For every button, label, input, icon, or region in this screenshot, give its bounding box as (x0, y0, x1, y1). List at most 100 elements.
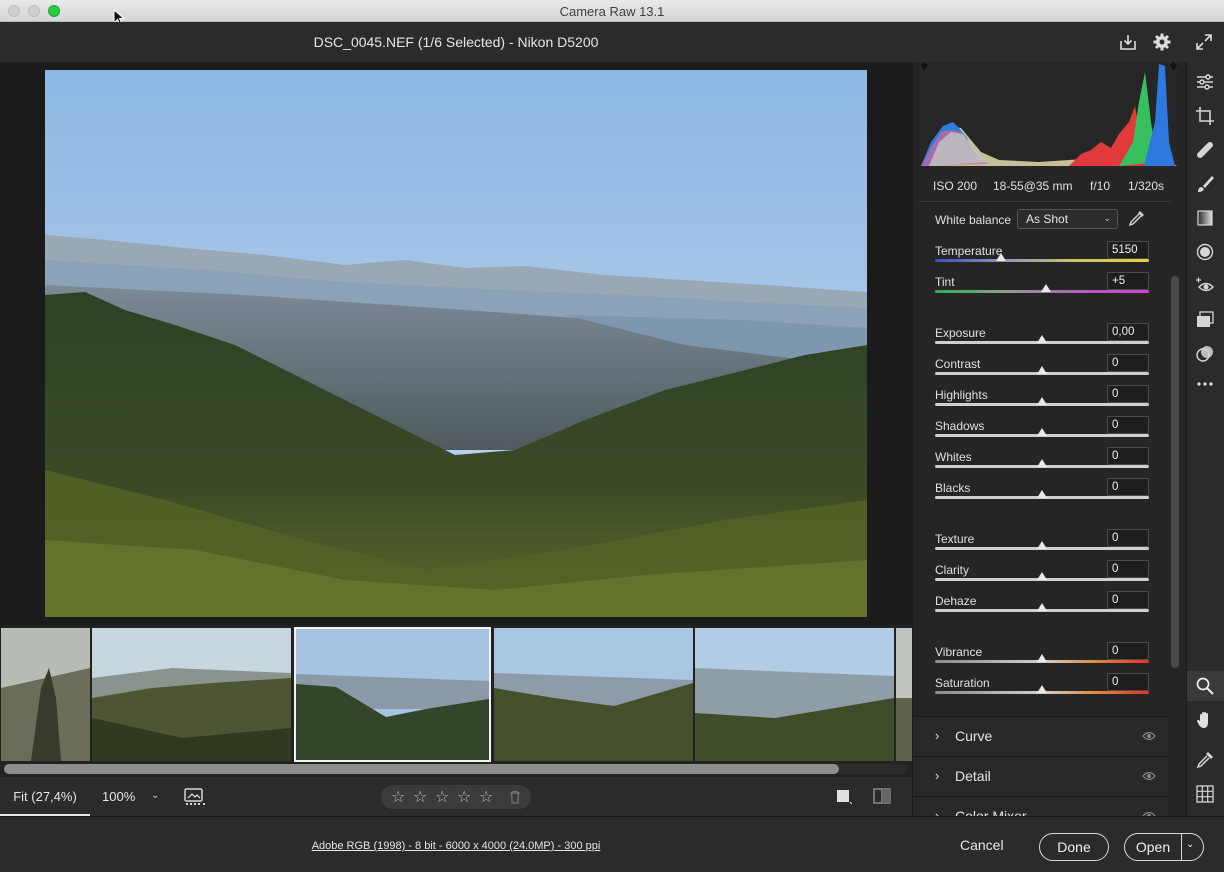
slider-vibrance: Vibrance 0 (935, 642, 1151, 676)
vibrance-value-input[interactable]: 0 (1107, 642, 1149, 660)
zoom-tool-icon[interactable] (1195, 676, 1215, 696)
tint-value-input[interactable]: +5 (1107, 272, 1149, 290)
slider-highlights: Highlights 0 (935, 385, 1151, 419)
snapshots-icon[interactable] (1195, 310, 1215, 330)
slider-blacks: Blacks 0 (935, 478, 1151, 512)
star-icon[interactable]: ☆ (479, 787, 493, 807)
saturation-label: Saturation (935, 676, 990, 690)
linear-gradient-icon[interactable] (1195, 208, 1215, 228)
saturation-value-input[interactable]: 0 (1107, 673, 1149, 691)
filmstrip-thumbnail[interactable] (896, 628, 912, 761)
saturation-slider-thumb[interactable] (1037, 685, 1047, 693)
contrast-value-input[interactable]: 0 (1107, 354, 1149, 372)
crop-icon[interactable] (1195, 106, 1215, 126)
filmstrip-thumbnail[interactable] (1, 628, 90, 761)
presets-icon[interactable] (1195, 344, 1215, 364)
cancel-button[interactable]: Cancel (960, 837, 1004, 853)
slider-temperature: Temperature 5150 (935, 241, 1151, 275)
contrast-slider-thumb[interactable] (1037, 366, 1047, 374)
blacks-slider-thumb[interactable] (1037, 490, 1047, 498)
histogram[interactable] (919, 62, 1179, 170)
shadows-value-input[interactable]: 0 (1107, 416, 1149, 434)
single-view-icon[interactable] (836, 789, 852, 805)
before-after-view-icon[interactable] (873, 788, 891, 804)
eyedropper-icon[interactable] (1127, 208, 1147, 228)
preview-area[interactable] (0, 62, 912, 625)
red-eye-icon[interactable] (1195, 276, 1215, 296)
clarity-slider-thumb[interactable] (1037, 572, 1047, 580)
zoom-fit-button[interactable]: Fit (27,4%) (0, 777, 90, 816)
texture-slider-thumb[interactable] (1037, 541, 1047, 549)
filmstrip-thumbnail[interactable] (92, 628, 291, 761)
slider-dehaze: Dehaze 0 (935, 591, 1151, 625)
photo-preview[interactable] (45, 70, 867, 617)
vibrance-slider-thumb[interactable] (1037, 654, 1047, 662)
temperature-slider-thumb[interactable] (996, 253, 1007, 261)
brush-icon[interactable] (1195, 174, 1215, 194)
fullscreen-icon[interactable] (1194, 32, 1214, 52)
window-titlebar: Camera Raw 13.1 (0, 0, 1224, 26)
gear-icon[interactable] (1152, 32, 1172, 52)
color-sampler-icon[interactable] (1195, 750, 1215, 770)
highlights-slider-thumb[interactable] (1037, 397, 1047, 405)
contrast-label: Contrast (935, 357, 981, 371)
workflow-options-link[interactable]: Adobe RGB (1998) - 8 bit - 6000 x 4000 (… (0, 840, 912, 852)
filmstrip-thumbnail[interactable] (494, 628, 693, 761)
panel-scrollbar-thumb[interactable] (1171, 276, 1179, 668)
hand-tool-icon[interactable] (1195, 710, 1215, 730)
filmstrip-thumbnail[interactable] (695, 628, 894, 761)
eye-icon[interactable] (1142, 731, 1156, 741)
exposure-value-input[interactable]: 0,00 (1107, 323, 1149, 341)
dehaze-slider-thumb[interactable] (1037, 603, 1047, 611)
texture-value-input[interactable]: 0 (1107, 529, 1149, 547)
tint-slider-thumb[interactable] (1041, 284, 1052, 292)
filmstrip-thumbnail-selected[interactable] (294, 627, 491, 762)
zoom-chevron-down-icon[interactable]: ⌄ (151, 790, 159, 801)
section-title: Curve (955, 728, 993, 744)
whites-value-input[interactable]: 0 (1107, 447, 1149, 465)
white-balance-select[interactable]: As Shot ⌄ (1017, 209, 1118, 229)
section-detail[interactable]: › Detail (913, 756, 1169, 796)
chevron-right-icon: › (935, 808, 940, 816)
highlights-label: Highlights (935, 388, 988, 402)
temperature-value-input[interactable]: 5150 (1107, 241, 1149, 259)
divider (1181, 834, 1182, 860)
filmstrip-scrollbar-thumb[interactable] (4, 764, 839, 774)
section-title: Detail (955, 768, 991, 784)
done-button[interactable]: Done (1039, 833, 1109, 861)
clarity-value-input[interactable]: 0 (1107, 560, 1149, 578)
highlights-value-input[interactable]: 0 (1107, 385, 1149, 403)
section-curve[interactable]: › Curve (913, 716, 1169, 756)
star-icon[interactable]: ☆ (413, 787, 427, 807)
iso-value: ISO 200 (933, 179, 978, 193)
whites-slider-thumb[interactable] (1037, 459, 1047, 467)
shadows-label: Shadows (935, 419, 985, 433)
star-icon[interactable]: ☆ (391, 787, 405, 807)
file-title: DSC_0045.NEF (1/6 Selected) - Nikon D520… (313, 34, 599, 50)
shadows-slider-thumb[interactable] (1037, 428, 1047, 436)
section-color-mixer[interactable]: › Color Mixer (913, 796, 1169, 816)
trash-icon[interactable] (509, 790, 521, 804)
tint-label: Tint (935, 275, 955, 289)
save-image-icon[interactable] (1118, 32, 1138, 52)
grid-overlay-icon[interactable] (1195, 784, 1215, 804)
filmstrip[interactable] (0, 625, 912, 777)
radial-gradient-icon[interactable] (1195, 242, 1215, 262)
more-options-icon[interactable] (1195, 374, 1215, 394)
zoom-100-button[interactable]: 100% (102, 789, 135, 804)
healing-bandage-icon[interactable] (1195, 140, 1215, 160)
white-balance-value: As Shot (1026, 212, 1069, 226)
exposure-slider-thumb[interactable] (1037, 335, 1047, 343)
temperature-slider-track[interactable] (935, 259, 1149, 262)
blacks-value-input[interactable]: 0 (1107, 478, 1149, 496)
filmstrip-options-icon[interactable] (184, 788, 206, 806)
edit-sliders-icon[interactable] (1195, 72, 1215, 92)
camera-info: ISO 200 18-55@35 mm f/10 1/320s (913, 179, 1175, 199)
star-icon[interactable]: ☆ (457, 787, 471, 807)
eye-icon[interactable] (1142, 771, 1156, 781)
dehaze-value-input[interactable]: 0 (1107, 591, 1149, 609)
section-title: Color Mixer (955, 808, 1027, 816)
star-icon[interactable]: ☆ (435, 787, 449, 807)
window-title: Camera Raw 13.1 (559, 4, 665, 19)
open-options-chevron-down-icon[interactable]: ⌄ (1186, 839, 1194, 850)
